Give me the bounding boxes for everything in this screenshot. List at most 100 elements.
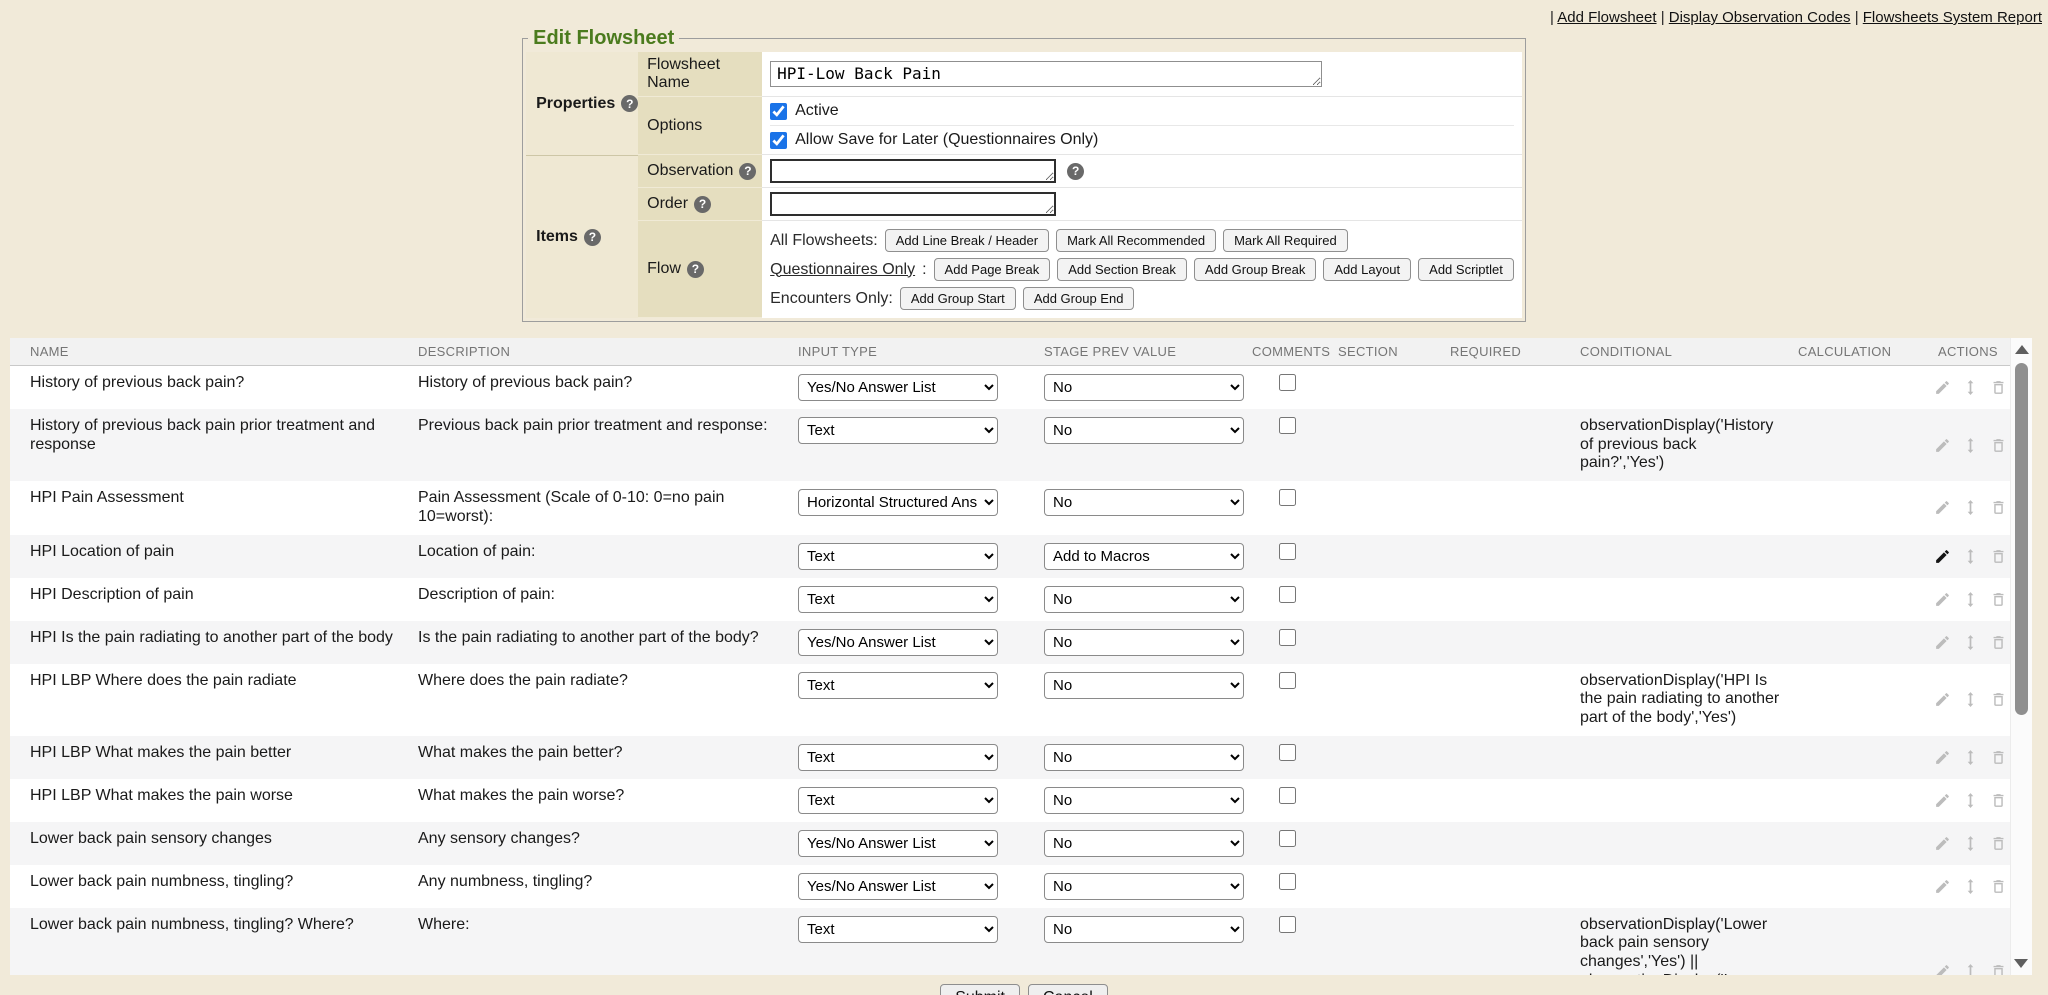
- move-button[interactable]: [1962, 634, 1979, 651]
- flow-button-add-group-start[interactable]: Add Group Start: [900, 287, 1016, 310]
- delete-button[interactable]: [1990, 691, 2007, 708]
- delete-button[interactable]: [1990, 499, 2007, 516]
- stage-prev-value-select[interactable]: No: [1044, 374, 1244, 401]
- top-link-flowsheets-system-report[interactable]: Flowsheets System Report: [1863, 9, 2042, 26]
- submit-button[interactable]: Submit: [940, 984, 1020, 995]
- top-link-display-observation-codes[interactable]: Display Observation Codes: [1669, 9, 1851, 26]
- stage-prev-value-select[interactable]: Add to Macros: [1044, 543, 1244, 570]
- move-button[interactable]: [1962, 591, 1979, 608]
- comments-checkbox[interactable]: [1279, 629, 1296, 646]
- order-input[interactable]: [770, 192, 1056, 216]
- comments-checkbox[interactable]: [1279, 672, 1296, 689]
- option-active-checkbox[interactable]: [770, 103, 787, 120]
- input-type-select[interactable]: Text: [798, 787, 998, 814]
- stage-prev-value-select[interactable]: No: [1044, 744, 1244, 771]
- comments-checkbox[interactable]: [1279, 543, 1296, 560]
- move-button[interactable]: [1962, 878, 1979, 895]
- scrollbar-down-button[interactable]: [2014, 959, 2028, 968]
- scrollbar-up-button[interactable]: [2015, 345, 2029, 354]
- stage-prev-value-select[interactable]: No: [1044, 873, 1244, 900]
- delete-button[interactable]: [1990, 548, 2007, 565]
- move-button[interactable]: [1962, 548, 1979, 565]
- stage-prev-value-select[interactable]: No: [1044, 417, 1244, 444]
- option-allow-save-checkbox[interactable]: [770, 132, 787, 149]
- delete-button[interactable]: [1990, 792, 2007, 809]
- flow-button-add-group-break[interactable]: Add Group Break: [1194, 258, 1316, 281]
- input-type-select[interactable]: Text: [798, 586, 998, 613]
- move-button[interactable]: [1962, 749, 1979, 766]
- observation-help-icon[interactable]: ?: [739, 163, 756, 180]
- observation-input-help-icon[interactable]: ?: [1067, 163, 1084, 180]
- flow-button-mark-all-required[interactable]: Mark All Required: [1223, 229, 1348, 252]
- move-button[interactable]: [1962, 437, 1979, 454]
- items-help-icon[interactable]: ?: [584, 229, 601, 246]
- observation-input[interactable]: [770, 159, 1056, 183]
- edit-button[interactable]: [1934, 963, 1951, 975]
- input-type-select[interactable]: Yes/No Answer List: [798, 374, 998, 401]
- move-button[interactable]: [1962, 963, 1979, 975]
- edit-button[interactable]: [1934, 634, 1951, 651]
- flow-help-icon[interactable]: ?: [687, 261, 704, 278]
- properties-help-icon[interactable]: ?: [621, 95, 638, 112]
- comments-checkbox[interactable]: [1279, 873, 1296, 890]
- edit-button[interactable]: [1934, 878, 1951, 895]
- comments-checkbox[interactable]: [1279, 830, 1296, 847]
- edit-button[interactable]: [1934, 792, 1951, 809]
- input-type-select[interactable]: Yes/No Answer List: [798, 873, 998, 900]
- flowsheet-name-input[interactable]: HPI-Low Back Pain: [770, 61, 1322, 87]
- move-button[interactable]: [1962, 691, 1979, 708]
- comments-checkbox[interactable]: [1279, 489, 1296, 506]
- move-button[interactable]: [1962, 499, 1979, 516]
- input-type-select[interactable]: Yes/No Answer List: [798, 830, 998, 857]
- scrollbar-thumb[interactable]: [2015, 363, 2028, 715]
- stage-prev-value-select[interactable]: No: [1044, 916, 1244, 943]
- delete-button[interactable]: [1990, 878, 2007, 895]
- delete-button[interactable]: [1990, 835, 2007, 852]
- stage-prev-value-select[interactable]: No: [1044, 787, 1244, 814]
- edit-button[interactable]: [1934, 835, 1951, 852]
- flow-button-add-group-end[interactable]: Add Group End: [1023, 287, 1135, 310]
- delete-button[interactable]: [1990, 963, 2007, 975]
- delete-button[interactable]: [1990, 379, 2007, 396]
- edit-button[interactable]: [1934, 749, 1951, 766]
- edit-button[interactable]: [1934, 379, 1951, 396]
- stage-prev-value-select[interactable]: No: [1044, 629, 1244, 656]
- flow-button-add-line-break-header[interactable]: Add Line Break / Header: [885, 229, 1049, 252]
- move-button[interactable]: [1962, 792, 1979, 809]
- stage-prev-value-select[interactable]: No: [1044, 586, 1244, 613]
- stage-prev-value-select[interactable]: No: [1044, 672, 1244, 699]
- stage-prev-value-select[interactable]: No: [1044, 830, 1244, 857]
- input-type-select[interactable]: Text: [798, 744, 998, 771]
- flow-button-mark-all-recommended[interactable]: Mark All Recommended: [1056, 229, 1216, 252]
- delete-button[interactable]: [1990, 634, 2007, 651]
- delete-button[interactable]: [1990, 437, 2007, 454]
- comments-checkbox[interactable]: [1279, 374, 1296, 391]
- input-type-select[interactable]: Text: [798, 417, 998, 444]
- edit-button[interactable]: [1934, 437, 1951, 454]
- edit-button[interactable]: [1934, 499, 1951, 516]
- flow-button-add-scriptlet[interactable]: Add Scriptlet: [1418, 258, 1514, 281]
- comments-checkbox[interactable]: [1279, 787, 1296, 804]
- comments-checkbox[interactable]: [1279, 744, 1296, 761]
- delete-button[interactable]: [1990, 749, 2007, 766]
- flow-button-add-section-break[interactable]: Add Section Break: [1057, 258, 1187, 281]
- top-link-add-flowsheet[interactable]: Add Flowsheet: [1557, 9, 1656, 26]
- input-type-select[interactable]: Text: [798, 916, 998, 943]
- input-type-select[interactable]: Text: [798, 672, 998, 699]
- comments-checkbox[interactable]: [1279, 586, 1296, 603]
- flow-button-add-page-break[interactable]: Add Page Break: [934, 258, 1051, 281]
- edit-button[interactable]: [1934, 548, 1951, 565]
- delete-button[interactable]: [1990, 591, 2007, 608]
- comments-checkbox[interactable]: [1279, 916, 1296, 933]
- order-help-icon[interactable]: ?: [694, 196, 711, 213]
- flow-button-add-layout[interactable]: Add Layout: [1323, 258, 1411, 281]
- move-button[interactable]: [1962, 835, 1979, 852]
- input-type-select[interactable]: Horizontal Structured Ans: [798, 489, 998, 516]
- edit-button[interactable]: [1934, 591, 1951, 608]
- move-button[interactable]: [1962, 379, 1979, 396]
- input-type-select[interactable]: Text: [798, 543, 998, 570]
- edit-button[interactable]: [1934, 691, 1951, 708]
- table-scrollbar[interactable]: [2010, 338, 2032, 975]
- comments-checkbox[interactable]: [1279, 417, 1296, 434]
- input-type-select[interactable]: Yes/No Answer List: [798, 629, 998, 656]
